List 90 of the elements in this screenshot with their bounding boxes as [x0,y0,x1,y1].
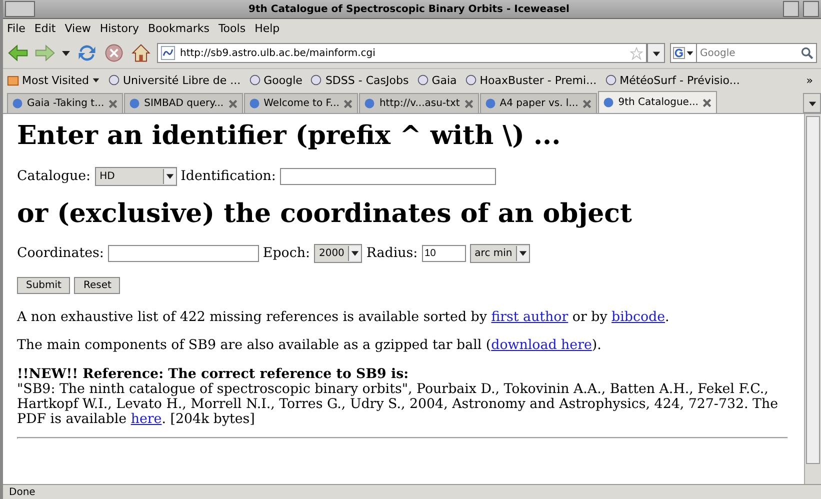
identification-field[interactable] [280,168,496,185]
site-icon [603,97,614,108]
close-icon[interactable] [343,98,354,108]
radius-unit-select[interactable]: arc min [470,244,530,264]
bookmark-item[interactable]: Most Visited [7,74,100,86]
caret-icon [652,48,660,58]
caret-icon [348,246,362,262]
epoch-select[interactable]: 2000 [314,244,362,264]
globe-icon [310,74,322,86]
close-icon[interactable] [228,98,238,108]
menu-item[interactable]: File [7,22,26,35]
field-label: Epoch: [262,246,310,262]
bookmark-item[interactable]: SDSS - CasJobs [310,74,409,86]
field-label: Catalogue: [17,168,91,184]
paragraph: A non exhaustive list of 422 missing references is available sorted by first author or by bibcode. [17,310,670,326]
caret-icon [162,168,176,184]
search-icon[interactable] [801,47,814,60]
bookmarks-overflow-button[interactable]: » [806,74,813,86]
url-dropdown-button[interactable] [647,43,665,63]
page-heading: Enter an identifier (prefix ^ with \) ... [17,122,562,151]
form-button[interactable]: Submit [17,277,70,294]
menu-item[interactable]: History [100,22,139,35]
field-label: Coordinates: [17,246,104,262]
browser-tab[interactable]: A4 paper vs. l... [480,93,598,113]
site-icon [484,98,496,109]
browser-tab[interactable]: SIMBAD query... [124,93,243,113]
close-button[interactable] [803,1,819,17]
close-icon[interactable] [464,98,474,108]
browser-tab[interactable]: Welcome to F... [244,93,358,113]
site-icon [12,98,23,109]
star-icon[interactable] [630,46,643,60]
menu-item[interactable]: Bookmarks [148,22,210,35]
radius-field[interactable]: 10 [422,245,466,262]
menu-item[interactable]: Tools [218,22,246,35]
globe-icon [464,74,477,86]
reference-heading: !!NEW!! Reference: The correct reference to SB9 is: [17,366,410,382]
g-logo-icon [673,47,685,59]
back-arrow-icon[interactable] [7,42,29,64]
bookmark-item[interactable]: MétéoSurf - Prévisio... [604,74,740,86]
form-button[interactable]: Reset [74,277,120,294]
search-field[interactable]: Google [697,43,817,63]
bookmark-item[interactable]: Google [248,74,302,86]
coordinates-field[interactable] [108,245,259,262]
window-menu-button[interactable] [5,1,35,17]
globe-icon [108,74,120,86]
page-heading: or (exclusive) the coordinates of an object [17,200,634,228]
tab-list-button[interactable] [803,93,821,113]
caret-icon [92,76,100,84]
close-icon[interactable] [702,98,712,108]
close-icon[interactable] [108,98,118,108]
caret-icon[interactable] [61,48,71,58]
stop-icon[interactable] [103,42,125,64]
search-engine-button[interactable] [670,43,697,63]
forward-arrow-icon[interactable] [34,42,56,64]
paragraph: The main components of SB9 are also available as a gzipped tar ball (download here). [17,338,602,354]
site-icon [161,46,175,60]
link[interactable]: first author [491,310,568,326]
globe-icon [604,74,617,86]
menu-item[interactable]: Help [254,22,280,35]
globe-icon [416,74,429,86]
field-label: Radius: [366,246,418,262]
bookmark-item[interactable]: HoaxBuster - Premi... [464,74,597,86]
site-icon [248,98,260,109]
maximize-button[interactable] [783,1,799,17]
site-icon [364,98,376,109]
home-icon[interactable] [130,42,152,64]
catalogue-select[interactable]: HD [94,166,177,186]
browser-tab[interactable]: 9th Catalogue... [598,91,718,113]
url-field[interactable]: http://sb9.astro.ulb.ac.be/mainform.cgi [157,43,647,63]
globe-icon [248,74,261,86]
status-text: Done [9,486,36,498]
caret-icon [686,49,694,57]
field-label: Identification: [180,168,276,184]
browser-tab[interactable]: http://v...asu-txt [359,93,479,113]
caret-icon [516,246,530,262]
menu-item[interactable]: Edit [34,22,56,35]
close-icon[interactable] [582,98,592,108]
bookmark-item[interactable]: Gaia [416,74,457,86]
link[interactable]: bibcode [612,310,665,326]
scrollbar[interactable] [804,114,821,484]
browser-tab[interactable]: Gaia -Taking t... [7,93,124,113]
menu-item[interactable]: View [64,22,91,35]
folder-icon [7,74,19,86]
bookmark-item[interactable]: Université Libre de ... [108,74,241,86]
site-icon [129,98,140,109]
caret-icon [808,98,816,108]
reference-text: "SB9: The ninth catalogue of spectroscopic binary orbits", Pourbaix D., Tokovinin A.A., Batten A.H., Fekel F.C., Hartkopf W.I., Levato H., Morrell N.I., Torres G., Udry S., 2004, Astronomy and Astrophysics, 424, 727-732. The PDF is available here. [204k bytes] [17,382,780,428]
window-title: 9th Catalogue of Spectroscopic Binary Orbits - Iceweasel [248,4,570,14]
link[interactable]: download here [491,338,592,354]
link[interactable]: here [130,412,162,428]
